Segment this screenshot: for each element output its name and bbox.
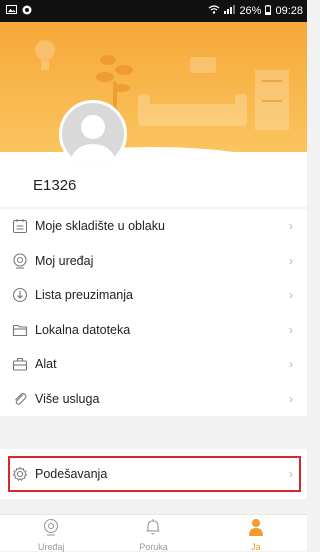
device-icon (11, 252, 29, 270)
menu-item-label: Lista preuzimanja (35, 288, 133, 303)
menu-item-label: Alat (35, 357, 57, 372)
signal-icon (224, 5, 236, 17)
battery-percent: 26% (239, 5, 262, 17)
app-notification-icon (22, 5, 32, 18)
camera-icon (42, 518, 60, 541)
menu-item-cloud-storage[interactable]: Moje skladište u oblaku › (0, 209, 307, 244)
user-silhouette-icon (71, 115, 115, 165)
paperclip-icon (11, 390, 29, 408)
menu-item-download-list[interactable]: Lista preuzimanja › (0, 278, 307, 313)
bottom-tab-bar: Uređaj Poruka Ja (0, 514, 307, 552)
highlight-box (8, 456, 301, 492)
menu-item-my-device[interactable]: Moj uređaj › (0, 244, 307, 279)
menu-item-local-file[interactable]: Lokalna datoteka › (0, 313, 307, 348)
status-bar: 26% 09:28 (0, 0, 307, 22)
profile-header (0, 22, 307, 152)
room-illustration (35, 40, 289, 130)
folder-icon (11, 321, 29, 339)
chevron-right-icon: › (289, 391, 293, 406)
menu-item-label: Moj uređaj (35, 253, 94, 268)
person-icon (247, 518, 265, 541)
wifi-icon (208, 5, 220, 17)
cloud-storage-icon (11, 217, 29, 235)
chevron-right-icon: › (289, 219, 293, 233)
bell-icon (144, 518, 162, 541)
battery-icon (265, 4, 272, 18)
chevron-right-icon: › (289, 253, 293, 268)
tab-device[interactable]: Uređaj (0, 515, 102, 552)
menu-item-label: Moje skladište u oblaku (35, 219, 165, 234)
tab-message[interactable]: Poruka (102, 515, 204, 552)
user-id: E1326 (33, 177, 77, 194)
gallery-icon (6, 5, 17, 17)
chevron-right-icon: › (289, 288, 293, 302)
chevron-right-icon: › (289, 357, 293, 371)
menu-item-more-services[interactable]: Više usluga › (0, 382, 307, 417)
menu-item-tool[interactable]: Alat › (0, 347, 307, 382)
download-icon (11, 286, 29, 304)
menu-item-label: Više usluga (35, 391, 100, 406)
avatar[interactable] (59, 100, 127, 168)
chevron-right-icon: › (289, 322, 293, 337)
menu-list: Moje skladište u oblaku › Moj uređaj › L… (0, 209, 307, 416)
tab-me[interactable]: Ja (205, 515, 307, 552)
menu-item-label: Lokalna datoteka (35, 322, 131, 337)
toolbox-icon (11, 355, 29, 373)
clock: 09:28 (275, 5, 303, 17)
